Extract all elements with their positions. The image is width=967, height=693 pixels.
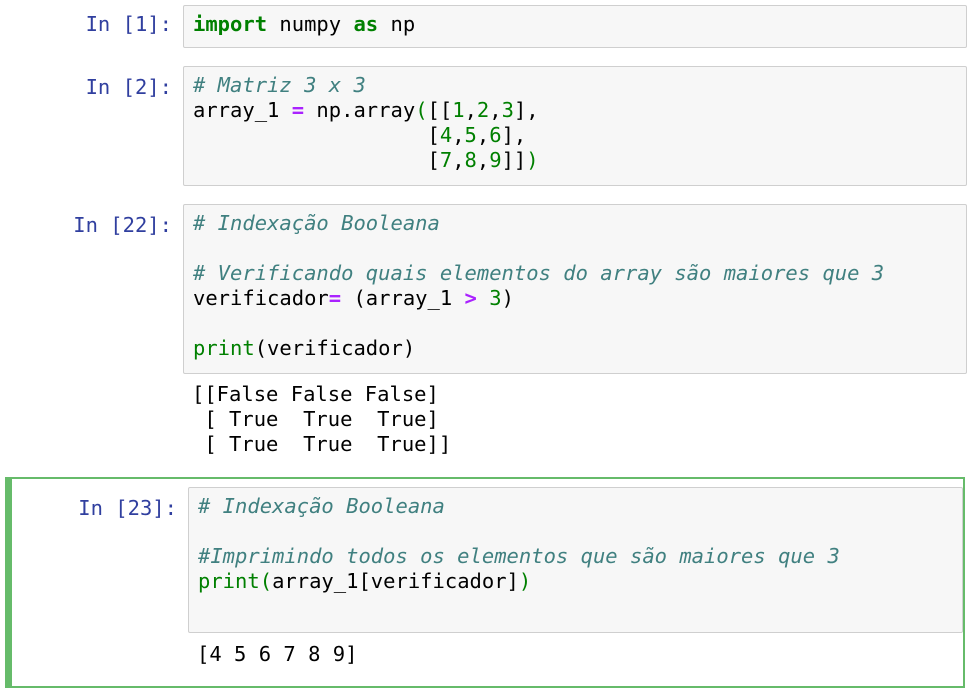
code-editor[interactable]: # Matriz 3 x 3 array_1 = np.array([[1,2,3… [193, 73, 539, 173]
code-token: ], [501, 123, 527, 147]
code-line: verificador= (array_1 > 3) [193, 286, 884, 311]
input-prompt: In [22]: [73, 213, 172, 237]
code-token: = [328, 286, 342, 310]
code-token: 1 [452, 98, 465, 122]
code-token: # Matriz 3 x 3 [193, 73, 366, 97]
code-token: print [198, 569, 260, 593]
code-token: (verificador) [254, 336, 416, 360]
code-token: array_1[verificador] [272, 569, 519, 593]
code-token: # Indexação Booleana [193, 211, 440, 235]
code-token: as [353, 12, 379, 36]
code-editor[interactable]: # Indexação Booleana #Imprimindo todos os… [198, 494, 840, 619]
code-token: #Imprimindo todos os elementos que são m… [198, 544, 840, 568]
code-token: verificador [193, 286, 329, 310]
code-token: ) [501, 286, 514, 310]
code-line: # Matriz 3 x 3 [193, 73, 539, 98]
code-token: # Verificando quais elementos do array s… [193, 261, 885, 285]
code-token: 8 [464, 148, 477, 172]
code-token: (array_1 [341, 286, 465, 310]
input-prompt: In [1]: [85, 12, 172, 36]
code-line: array_1 = np.array([[1,2,3], [193, 98, 539, 123]
code-token: [ [193, 148, 440, 172]
code-line: print(array_1[verificador]) [198, 569, 840, 594]
code-token: [ [193, 123, 440, 147]
code-token: 2 [476, 98, 490, 122]
code-editor[interactable]: # Indexação Booleana # Verificando quais … [193, 211, 884, 361]
code-token: , [476, 148, 490, 172]
code-token: , [464, 98, 477, 122]
code-token: 4 [439, 123, 453, 147]
code-token: np.array [304, 98, 416, 122]
code-input-area[interactable]: # Matriz 3 x 3 array_1 = np.array([[1,2,3… [183, 66, 967, 186]
code-token: 9 [489, 148, 502, 172]
code-token: , [452, 123, 465, 147]
code-line: # Indexação Booleana [198, 494, 840, 519]
code-token: > [464, 286, 477, 310]
code-line: [4,5,6], [193, 123, 539, 148]
code-token: , [489, 98, 502, 122]
notebook-cell-23[interactable]: In [23]: # Indexação Booleana #Imprimindo… [5, 477, 965, 688]
code-token: , [452, 148, 465, 172]
code-token: import [193, 12, 268, 36]
code-token: 5 [464, 123, 477, 147]
notebook-cell-22[interactable]: In [22]: # Indexação Booleana # Verifican… [0, 198, 967, 473]
code-token: numpy [267, 12, 354, 36]
code-token: , [476, 123, 490, 147]
code-editor[interactable]: import numpy as np [193, 12, 415, 37]
code-token: ) [518, 569, 532, 593]
code-token: np [378, 12, 416, 36]
code-line: [7,8,9]]) [193, 148, 539, 173]
code-token: # Indexação Booleana [198, 494, 445, 518]
code-line: # Indexação Booleana [193, 211, 884, 236]
code-token: ( [259, 569, 273, 593]
code-token: 3 [489, 286, 502, 310]
input-prompt: In [23]: [78, 496, 177, 520]
code-token: 3 [501, 98, 514, 122]
code-token: ], [513, 98, 539, 122]
cell-output: [[False False False] [ True True True] [… [192, 382, 452, 456]
code-token: ]] [501, 148, 527, 172]
code-token: 7 [439, 148, 453, 172]
code-token: [[ [427, 98, 453, 122]
code-line: #Imprimindo todos os elementos que são m… [198, 544, 840, 569]
code-input-area[interactable]: # Indexação Booleana #Imprimindo todos os… [188, 487, 963, 633]
code-input-area[interactable]: import numpy as np [183, 5, 967, 48]
notebook-cell-2[interactable]: In [2]: # Matriz 3 x 3 array_1 = np.array… [0, 60, 967, 200]
code-input-area[interactable]: # Indexação Booleana # Verificando quais … [183, 204, 967, 374]
code-line: print(verificador) [193, 336, 884, 361]
code-token: array_1 [193, 98, 292, 122]
input-prompt: In [2]: [85, 75, 172, 99]
code-line: import numpy as np [193, 12, 415, 37]
code-token: ) [526, 148, 539, 172]
notebook-cell-1[interactable]: In [1]: import numpy as np [0, 0, 967, 60]
code-token: = [291, 98, 305, 122]
code-token: 6 [489, 123, 502, 147]
code-line: # Verificando quais elementos do array s… [193, 261, 884, 286]
code-token: ( [415, 98, 428, 122]
code-token: print [193, 336, 255, 360]
cell-output: [4 5 6 7 8 9] [197, 642, 358, 666]
